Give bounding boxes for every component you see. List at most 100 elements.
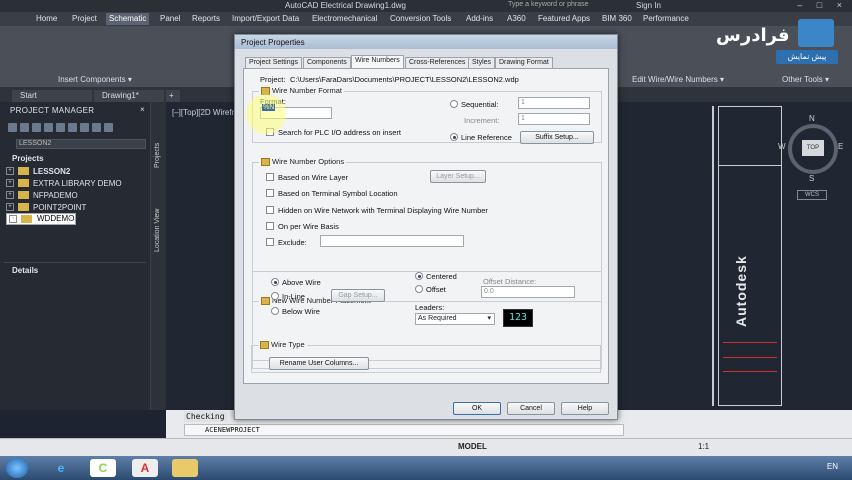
tab-project[interactable]: Project — [72, 14, 97, 23]
sign-in-link[interactable]: Sign In — [636, 1, 661, 10]
above-wire-radio[interactable] — [271, 278, 279, 286]
terminal-location-checkbox[interactable] — [266, 189, 274, 197]
help-button[interactable]: Help — [561, 402, 609, 415]
offset-distance-input[interactable]: 0.0 — [481, 286, 575, 298]
centered-label: Centered — [426, 272, 457, 281]
sequential-radio[interactable] — [450, 100, 458, 108]
tab-add-ins[interactable]: Add-ins — [466, 14, 493, 23]
tab-panel[interactable]: Panel — [160, 14, 180, 23]
window-controls[interactable]: – □ × — [797, 0, 848, 10]
cadmonkey-icon[interactable]: C — [90, 459, 116, 477]
expand-icon[interactable]: + — [6, 167, 14, 175]
leaders-select[interactable]: As Required — [415, 313, 495, 325]
increment-label: Increment: — [464, 116, 500, 125]
help-icon[interactable] — [104, 123, 113, 132]
format-value-selection[interactable]: %N — [262, 104, 276, 111]
line-reference-radio[interactable] — [450, 133, 458, 141]
tab-electromechanical[interactable]: Electromechanical — [312, 14, 377, 23]
south-label: S — [809, 174, 815, 183]
top-face[interactable]: TOP — [802, 140, 824, 156]
project-path: C:\Users\FaraDars\Documents\PROJECT\LESS… — [290, 75, 519, 84]
open-project-icon[interactable] — [8, 123, 17, 132]
ok-button[interactable]: OK — [453, 402, 501, 415]
new-drawing-icon[interactable] — [32, 123, 41, 132]
tab-drawing-format[interactable]: Drawing Format — [495, 57, 553, 68]
cancel-button[interactable]: Cancel — [507, 402, 555, 415]
new-tab-button[interactable]: + — [166, 90, 180, 102]
suffix-setup-button[interactable]: Suffix Setup... — [520, 131, 594, 144]
tab-performance[interactable]: Performance — [643, 14, 689, 23]
centered-radio[interactable] — [415, 272, 423, 280]
expand-icon[interactable]: + — [6, 191, 14, 199]
line-reference-label: Line Reference — [461, 133, 512, 142]
gap-setup-button[interactable]: Gap Setup... — [331, 289, 385, 302]
hidden-network-checkbox[interactable] — [266, 206, 274, 214]
insert-components-panel[interactable]: Insert Components ▾ — [58, 75, 132, 84]
project-item[interactable]: + EXTRA LIBRARY DEMO — [6, 177, 122, 189]
language-indicator[interactable]: EN — [827, 462, 838, 471]
tab-project-settings[interactable]: Project Settings — [245, 57, 303, 68]
increment-input[interactable]: 1 — [518, 113, 590, 125]
tab-schematic[interactable]: Schematic — [106, 13, 150, 25]
start-button-icon[interactable] — [6, 458, 28, 478]
below-wire-radio[interactable] — [271, 307, 279, 315]
tab-cross-references[interactable]: Cross-References — [405, 57, 470, 68]
publish-icon[interactable] — [68, 123, 77, 132]
project-selector[interactable]: LESSON2 — [16, 139, 146, 149]
doc-tab-start[interactable]: Start — [12, 90, 92, 102]
refresh-icon[interactable] — [44, 123, 53, 132]
tab-components[interactable]: Components — [303, 57, 351, 68]
search-input[interactable]: Type a keyword or phrase — [508, 1, 589, 8]
location-view-side-tab[interactable]: Location View — [154, 209, 161, 252]
tab-import-export[interactable]: Import/Export Data — [232, 14, 299, 23]
ie-icon[interactable]: e — [48, 459, 74, 477]
offset-radio[interactable] — [415, 285, 423, 293]
wcs-menu[interactable]: WCS — [797, 190, 827, 200]
project-manager-title: PROJECT MANAGER — [10, 106, 95, 115]
view-cube[interactable]: N S E W TOP — [778, 114, 843, 183]
exclude-input[interactable] — [320, 235, 464, 247]
exclude-checkbox[interactable] — [266, 238, 274, 246]
expand-icon[interactable]: + — [6, 179, 14, 187]
autocad-icon[interactable]: A — [132, 459, 158, 477]
annotation-scale[interactable]: 1:1 — [698, 442, 709, 451]
hidden-network-label: Hidden on Wire Network with Terminal Dis… — [278, 206, 488, 215]
task-list-icon[interactable] — [80, 123, 89, 132]
project-item[interactable]: + NFPADEMO — [6, 189, 122, 201]
tab-home[interactable]: Home — [36, 14, 57, 23]
projects-side-tab[interactable]: Projects — [154, 143, 161, 168]
tab-a360[interactable]: A360 — [507, 14, 526, 23]
project-item[interactable]: + WDDEMO — [6, 213, 77, 225]
new-project-icon[interactable] — [20, 123, 29, 132]
group-icon — [261, 296, 270, 305]
wire-layer-checkbox[interactable] — [266, 173, 274, 181]
tab-reports[interactable]: Reports — [192, 14, 220, 23]
command-input[interactable]: ACENEWPROJECT — [184, 424, 624, 436]
in-line-radio[interactable] — [271, 292, 279, 300]
expand-icon[interactable]: + — [6, 203, 14, 211]
properties-icon[interactable] — [56, 123, 65, 132]
sequential-input[interactable]: 1 — [518, 97, 590, 109]
explorer-icon[interactable] — [172, 459, 198, 477]
project-item[interactable]: + LESSON2 — [6, 165, 122, 177]
tab-featured-apps[interactable]: Featured Apps — [538, 14, 590, 23]
edit-wire-numbers-panel[interactable]: Edit Wire/Wire Numbers ▾ — [632, 75, 724, 84]
layer-setup-button[interactable]: Layer Setup... — [430, 170, 486, 183]
folder-icon — [18, 203, 29, 211]
project-item[interactable]: + POINT2POINT — [6, 201, 122, 213]
tab-wire-numbers[interactable]: Wire Numbers — [351, 55, 404, 68]
per-wire-checkbox[interactable] — [266, 222, 274, 230]
expand-icon[interactable]: + — [9, 215, 17, 223]
west-label: W — [778, 142, 786, 151]
per-wire-label: On per Wire Basis — [278, 222, 339, 231]
offset-label: Offset — [426, 285, 446, 294]
tab-bim360[interactable]: BIM 360 — [602, 14, 632, 23]
doc-tab-drawing1[interactable]: Drawing1* — [94, 90, 164, 102]
rename-user-columns-button[interactable]: Rename User Columns... — [269, 357, 369, 370]
other-tools-panel[interactable]: Other Tools ▾ — [782, 75, 829, 84]
settings-icon[interactable] — [92, 123, 101, 132]
model-space-button[interactable]: MODEL — [458, 442, 487, 451]
tab-styles[interactable]: Styles — [468, 57, 496, 68]
close-icon[interactable]: × — [140, 105, 145, 114]
tab-conversion-tools[interactable]: Conversion Tools — [390, 14, 451, 23]
